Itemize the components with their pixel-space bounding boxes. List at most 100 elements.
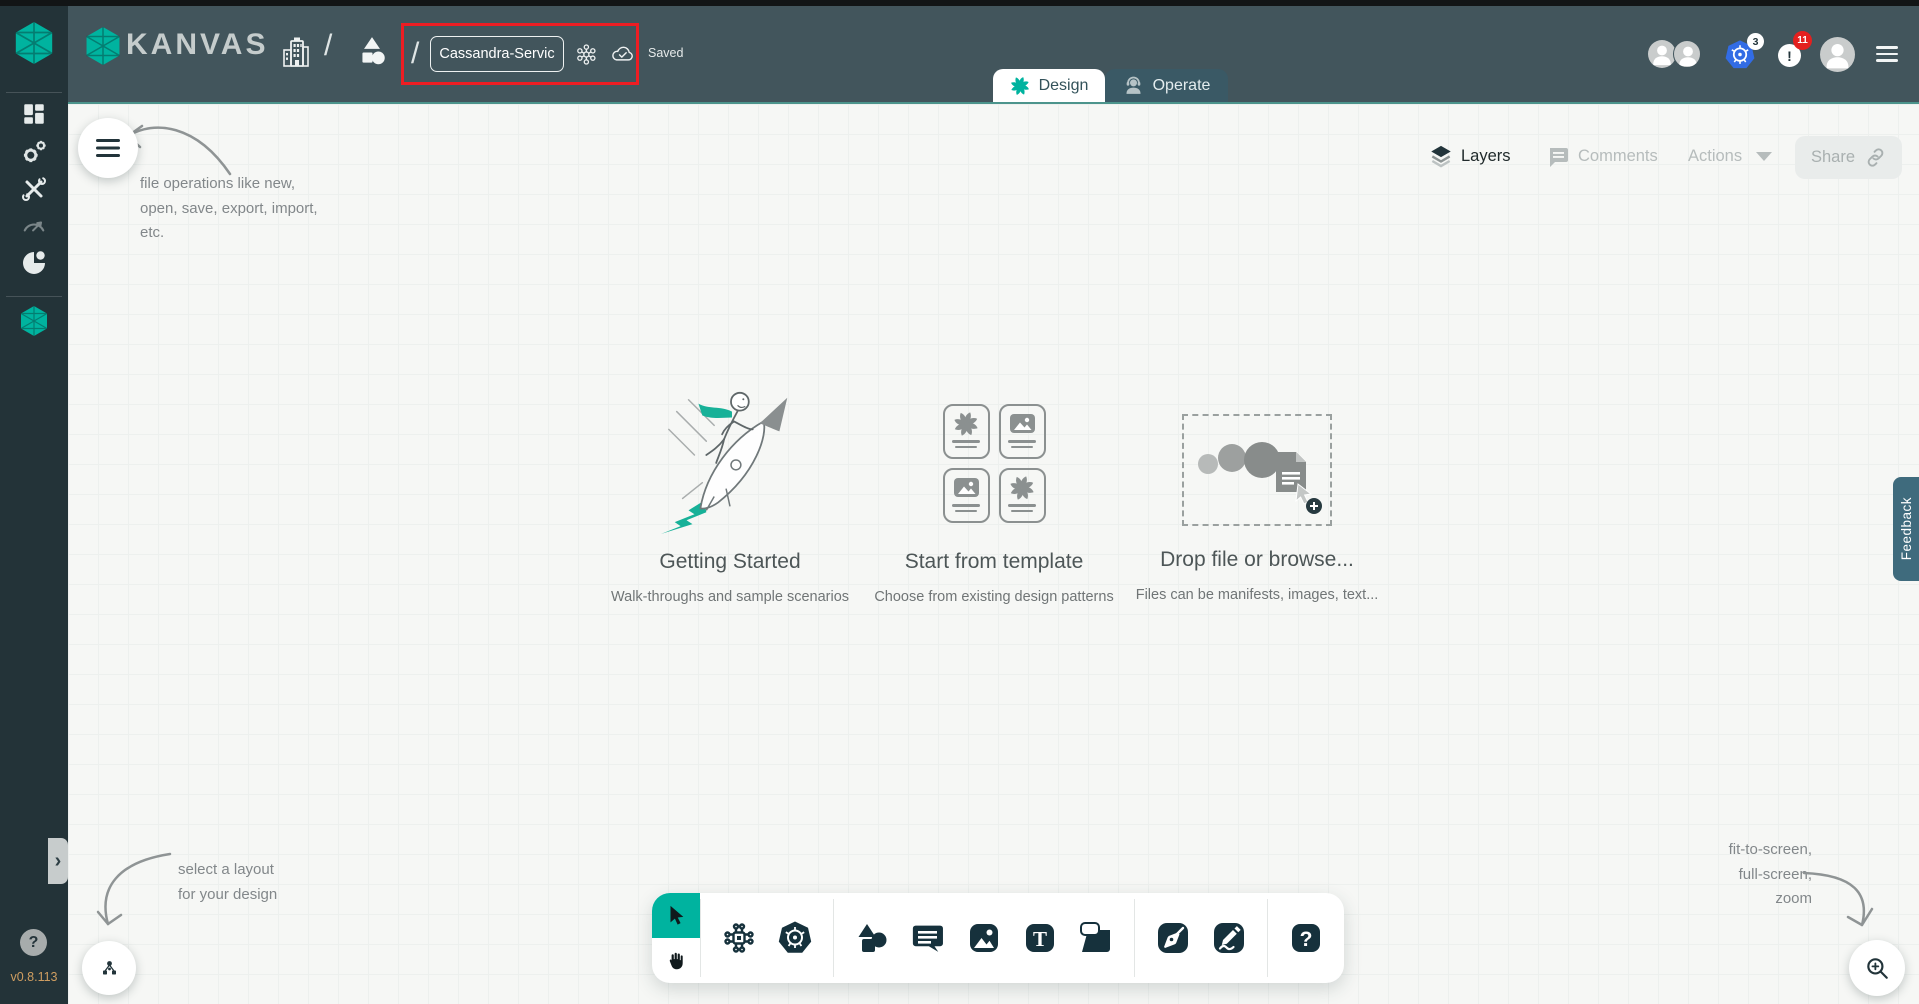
notifications-badge: 11 (1793, 31, 1812, 50)
tool-shapes[interactable] (854, 920, 890, 956)
template-grid (942, 404, 1046, 523)
canvas-toolbar: T ? (652, 893, 1344, 983)
tab-design[interactable]: Design (993, 69, 1105, 102)
tool-section[interactable] (1078, 920, 1114, 956)
rocket-illustration (660, 391, 787, 535)
layout-graph-icon (103, 961, 116, 975)
sidebar-expand-button[interactable]: › (48, 838, 68, 884)
sidebar-item-lifecycle-gears[interactable] (19, 137, 49, 167)
svg-text:?: ? (1300, 928, 1313, 951)
text-tool-icon: T (1026, 924, 1054, 952)
tool-text[interactable]: T (1022, 920, 1058, 956)
component-mesh-icon (724, 923, 754, 953)
share-link-icon (1867, 148, 1884, 167)
image-tool-icon (970, 924, 998, 952)
design-tab-icon (1010, 76, 1030, 96)
layout-note: select a layout for your design (178, 861, 278, 903)
top-strip (0, 0, 1919, 6)
tool-pen[interactable] (1155, 920, 1191, 956)
meshery-logo-icon[interactable] (13, 20, 55, 66)
kubernetes-icon (777, 920, 813, 954)
tab-design-label: Design (1038, 76, 1089, 94)
actions-dropdown[interactable]: Actions (1688, 147, 1742, 166)
sidebar-item-performance-gauge[interactable] (21, 212, 47, 234)
share-label: Share (1810, 148, 1856, 166)
design-name-input[interactable] (430, 36, 565, 72)
template-thumb (998, 404, 1046, 459)
breadcrumb-separator: / (324, 29, 333, 62)
template-thumb (942, 404, 990, 459)
organization-icon[interactable] (282, 35, 310, 69)
collaborator-avatar[interactable] (1648, 40, 1676, 68)
start-from-template-card[interactable]: Start from template Choose from existing… (874, 378, 1114, 605)
kubernetes-context-badge: 3 (1747, 33, 1764, 50)
comments-icon (1550, 148, 1568, 167)
layers-button[interactable]: Layers (1461, 147, 1511, 166)
hand-icon (669, 952, 683, 969)
section-tool-icon (1080, 922, 1110, 952)
highlight-box: / (401, 23, 639, 85)
svg-text:T: T (1033, 927, 1047, 951)
sidebar-item-configuration-tools[interactable] (21, 176, 47, 202)
drop-file-card[interactable]: Drop file or browse... Files can be mani… (1136, 378, 1378, 603)
comments-button[interactable]: Comments (1578, 147, 1658, 166)
dropzone[interactable] (1182, 414, 1332, 526)
apply-layout-button[interactable] (82, 941, 136, 995)
sidebar-item-kanvas[interactable] (19, 305, 49, 337)
canvas-menu-button[interactable] (78, 118, 138, 178)
kanvas-logo-icon[interactable] (84, 25, 122, 67)
annotation-arrow (1802, 871, 1874, 927)
operate-tab-icon (1126, 76, 1141, 94)
pen-tool-icon (1158, 923, 1188, 953)
feedback-tab[interactable]: Feedback (1893, 477, 1919, 581)
image-icon (1009, 414, 1035, 433)
card-title: Start from template (904, 550, 1084, 573)
tool-help[interactable]: ? (1288, 920, 1324, 956)
pattern-icon (953, 411, 979, 437)
pencil-draw-icon (1214, 923, 1244, 953)
tool-pan-hand[interactable] (652, 938, 700, 983)
tab-operate[interactable]: Operate (1105, 69, 1228, 102)
file-operations-note: file operations like new, open, save, ex… (140, 175, 318, 241)
tab-operate-label: Operate (1152, 76, 1211, 94)
getting-started-card[interactable]: Getting Started Walk-throughs and sample… (611, 378, 849, 605)
workspace-shapes-icon[interactable] (356, 35, 388, 69)
template-thumb (998, 468, 1046, 523)
card-title: Getting Started (659, 550, 801, 573)
tool-image[interactable] (966, 920, 1002, 956)
header-menu-icon[interactable] (1876, 46, 1898, 66)
zoom-controls-button[interactable] (1849, 940, 1905, 996)
cloud-saved-icon (612, 46, 633, 61)
tool-select-cursor[interactable] (652, 893, 700, 938)
saved-status-label: Saved (648, 46, 684, 60)
image-icon (953, 478, 979, 497)
zoom-note: fit-to-screen, full-screen, zoom (1728, 841, 1812, 907)
feedback-label: Feedback (1898, 497, 1914, 561)
sidebar-divider (6, 92, 62, 93)
environment-icon[interactable] (575, 41, 598, 68)
layers-icon (1431, 145, 1451, 168)
collaborator-avatar[interactable] (1673, 40, 1701, 68)
zoom-in-icon (1867, 958, 1888, 979)
tool-freehand[interactable] (1211, 920, 1247, 956)
tool-comment[interactable] (910, 920, 946, 956)
tool-kubernetes[interactable] (777, 920, 813, 956)
share-button[interactable]: Share (1795, 136, 1902, 179)
version-label: v0.8.113 (10, 970, 58, 984)
template-thumb (942, 468, 990, 523)
help-button[interactable]: ? (20, 929, 47, 956)
sidebar-item-dashboard[interactable] (21, 101, 47, 127)
pattern-icon (1009, 475, 1035, 501)
sidebar-item-extensions[interactable] (20, 249, 48, 277)
kanvas-logo-text: KANVAS (126, 28, 269, 61)
card-subtitle: Files can be manifests, images, text... (1135, 587, 1379, 603)
menu-icon (96, 139, 120, 157)
sidebar-divider (6, 296, 62, 297)
app-root: › ? v0.8.113 KANVAS / / Saved (0, 0, 1919, 1004)
breadcrumb-separator: / (411, 37, 420, 70)
user-avatar[interactable] (1820, 37, 1855, 72)
help-tool-icon: ? (1292, 924, 1320, 952)
tool-components[interactable] (721, 920, 757, 956)
actions-caret-icon[interactable] (1756, 152, 1772, 161)
comment-tool-icon (912, 925, 943, 952)
